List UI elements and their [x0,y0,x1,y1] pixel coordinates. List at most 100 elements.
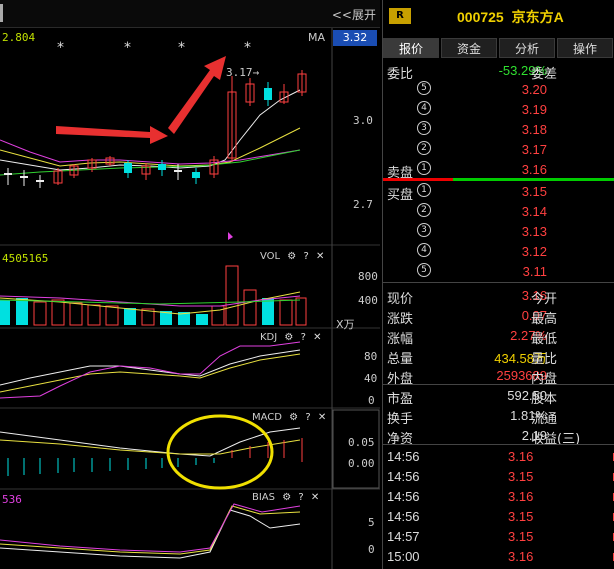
tick-time: 15:00 [387,549,420,564]
tick-row: 14:56 3.16 [383,487,614,507]
stat-row: 总量 434.58万 量比 [383,346,614,367]
vol-ma-yellow [0,291,301,315]
level-badge: 5 [417,263,431,277]
stock-code: 000725 [457,9,504,25]
stat-label: 涨幅 [387,332,414,347]
sell-2-price: 3.17 [521,142,547,157]
gear-icon[interactable]: ⚙ [289,412,298,423]
kdj-axis-label: 40 [364,372,378,385]
sell-1-row[interactable]: 卖盘 1 3.16 [383,160,614,181]
stat-label: 市盈 [387,392,414,407]
tick-time: 14:56 [387,449,420,464]
gear-icon[interactable]: ⚙ [282,492,291,503]
bias-value: 536 [2,493,22,506]
bias-axis-label: 5 [368,516,375,529]
sell-5-row[interactable]: 5 3.20 [383,80,614,99]
sell-1-price: 3.16 [521,162,547,177]
tick-time: 14:56 [387,489,420,504]
level-badge: 4 [417,243,431,257]
stat-row: 涨幅 2.27% 最低 [383,326,614,347]
gear-icon[interactable]: ⚙ [287,251,296,262]
marker-triangle [228,232,233,240]
kdj-axis-label: 80 [364,350,378,363]
stock-title: 000725 京东方A [457,7,564,27]
sell-3-row[interactable]: 3 3.18 [383,120,614,139]
tab-funds[interactable]: 资金 [441,38,497,58]
buy-5-row[interactable]: 5 3.11 [383,262,614,281]
help-icon[interactable]: ? [305,412,310,423]
level-badge: 2 [417,203,431,217]
vol-unit: X万 [336,318,355,331]
tick-row: 14:56 3.16 [383,447,614,467]
kdj-panel-title: KDJ ⚙ ? ✕ [260,332,321,343]
tick-price: 3.16 [508,549,534,564]
marker-asterisk: * [244,40,251,56]
level-badge: 5 [417,81,431,95]
stat-label: 总量 [387,352,414,367]
weibi-row: 委比 -53.29% 委差 [383,61,614,82]
buy-4-row[interactable]: 4 3.12 [383,242,614,261]
quote-panel: R 000725 京东方A 报价 资金 分析 操作 委比 -53.29% 委差 … [382,0,614,569]
level-badge: 2 [417,141,431,155]
orderbook-divider-red [383,178,453,181]
close-icon[interactable]: ✕ [318,412,326,423]
buy-3-price: 3.13 [521,224,547,239]
stat-label: 今开 [531,292,558,307]
gear-icon[interactable]: ⚙ [284,332,293,343]
tab-operation[interactable]: 操作 [557,38,613,58]
buy-5-price: 3.11 [522,264,547,279]
tick-row: 14:56 3.15 [383,507,614,527]
macd-dea-yellow [0,439,301,455]
price-annotation: 3.17→ [226,66,260,79]
help-icon[interactable]: ? [303,251,308,262]
stat-label: 流通 [531,412,558,427]
bias-line-yellow [0,505,301,555]
stat-label: 涨跌 [387,312,414,327]
tick-price: 3.16 [508,489,534,504]
buy-label: 买盘 [387,188,414,203]
buy-1-row[interactable]: 买盘 1 3.15 [383,182,614,203]
tab-quote[interactable]: 报价 [383,38,439,58]
close-icon[interactable]: ✕ [311,492,319,503]
price-axis-label: 2.7 [353,198,373,211]
bias-axis-label: 0 [368,543,375,556]
level-badge: 3 [417,223,431,237]
chart-area[interactable]: <<展开 2.804 MA 3.32 * * * * 3.17→ 3.0 2.7… [0,0,380,569]
tick-time: 14:56 [387,469,420,484]
tick-price: 3.15 [508,529,534,544]
sell-2-row[interactable]: 2 3.17 [383,140,614,159]
stat-row: 市盈 592.50 股本 [383,386,614,407]
stat-label: 换手 [387,412,414,427]
help-icon[interactable]: ? [301,332,306,343]
tab-analysis[interactable]: 分析 [499,38,555,58]
sell-4-price: 3.19 [521,102,547,117]
level-badge: 4 [417,101,431,115]
stat-row: 换手 1.81% 流通 [383,406,614,427]
close-icon[interactable]: ✕ [316,251,324,262]
stat-label: 量比 [531,352,558,367]
tick-time: 14:56 [387,509,420,524]
r-badge: R [389,8,411,24]
help-icon[interactable]: ? [298,492,303,503]
vol-title: VOL [260,251,281,262]
annotation-arrow-right [56,126,168,144]
macd-panel-title: MACD ⚙ ? ✕ [252,412,326,423]
macd-histogram [7,458,215,476]
close-icon[interactable]: ✕ [313,332,321,343]
buy-3-row[interactable]: 3 3.13 [383,222,614,241]
buy-2-row[interactable]: 2 3.14 [383,202,614,221]
vol-axis-label: 800 [358,270,378,283]
sell-4-row[interactable]: 4 3.19 [383,100,614,119]
tick-time: 14:57 [387,529,420,544]
orderbook-divider-green [453,178,614,181]
tick-row: 14:56 3.15 [383,467,614,487]
marker-asterisk: * [178,40,185,56]
marker-asterisk: * [124,40,131,56]
vol-axis-label: 400 [358,294,378,307]
macd-axis-box [332,409,380,489]
level-badge: 1 [417,183,431,197]
vol-panel-title: VOL ⚙ ? ✕ [260,251,324,262]
kdj-line-yellow [0,353,301,393]
quote-header: R 000725 京东方A [383,0,614,34]
chart-canvas[interactable]: * * * * [0,0,380,569]
